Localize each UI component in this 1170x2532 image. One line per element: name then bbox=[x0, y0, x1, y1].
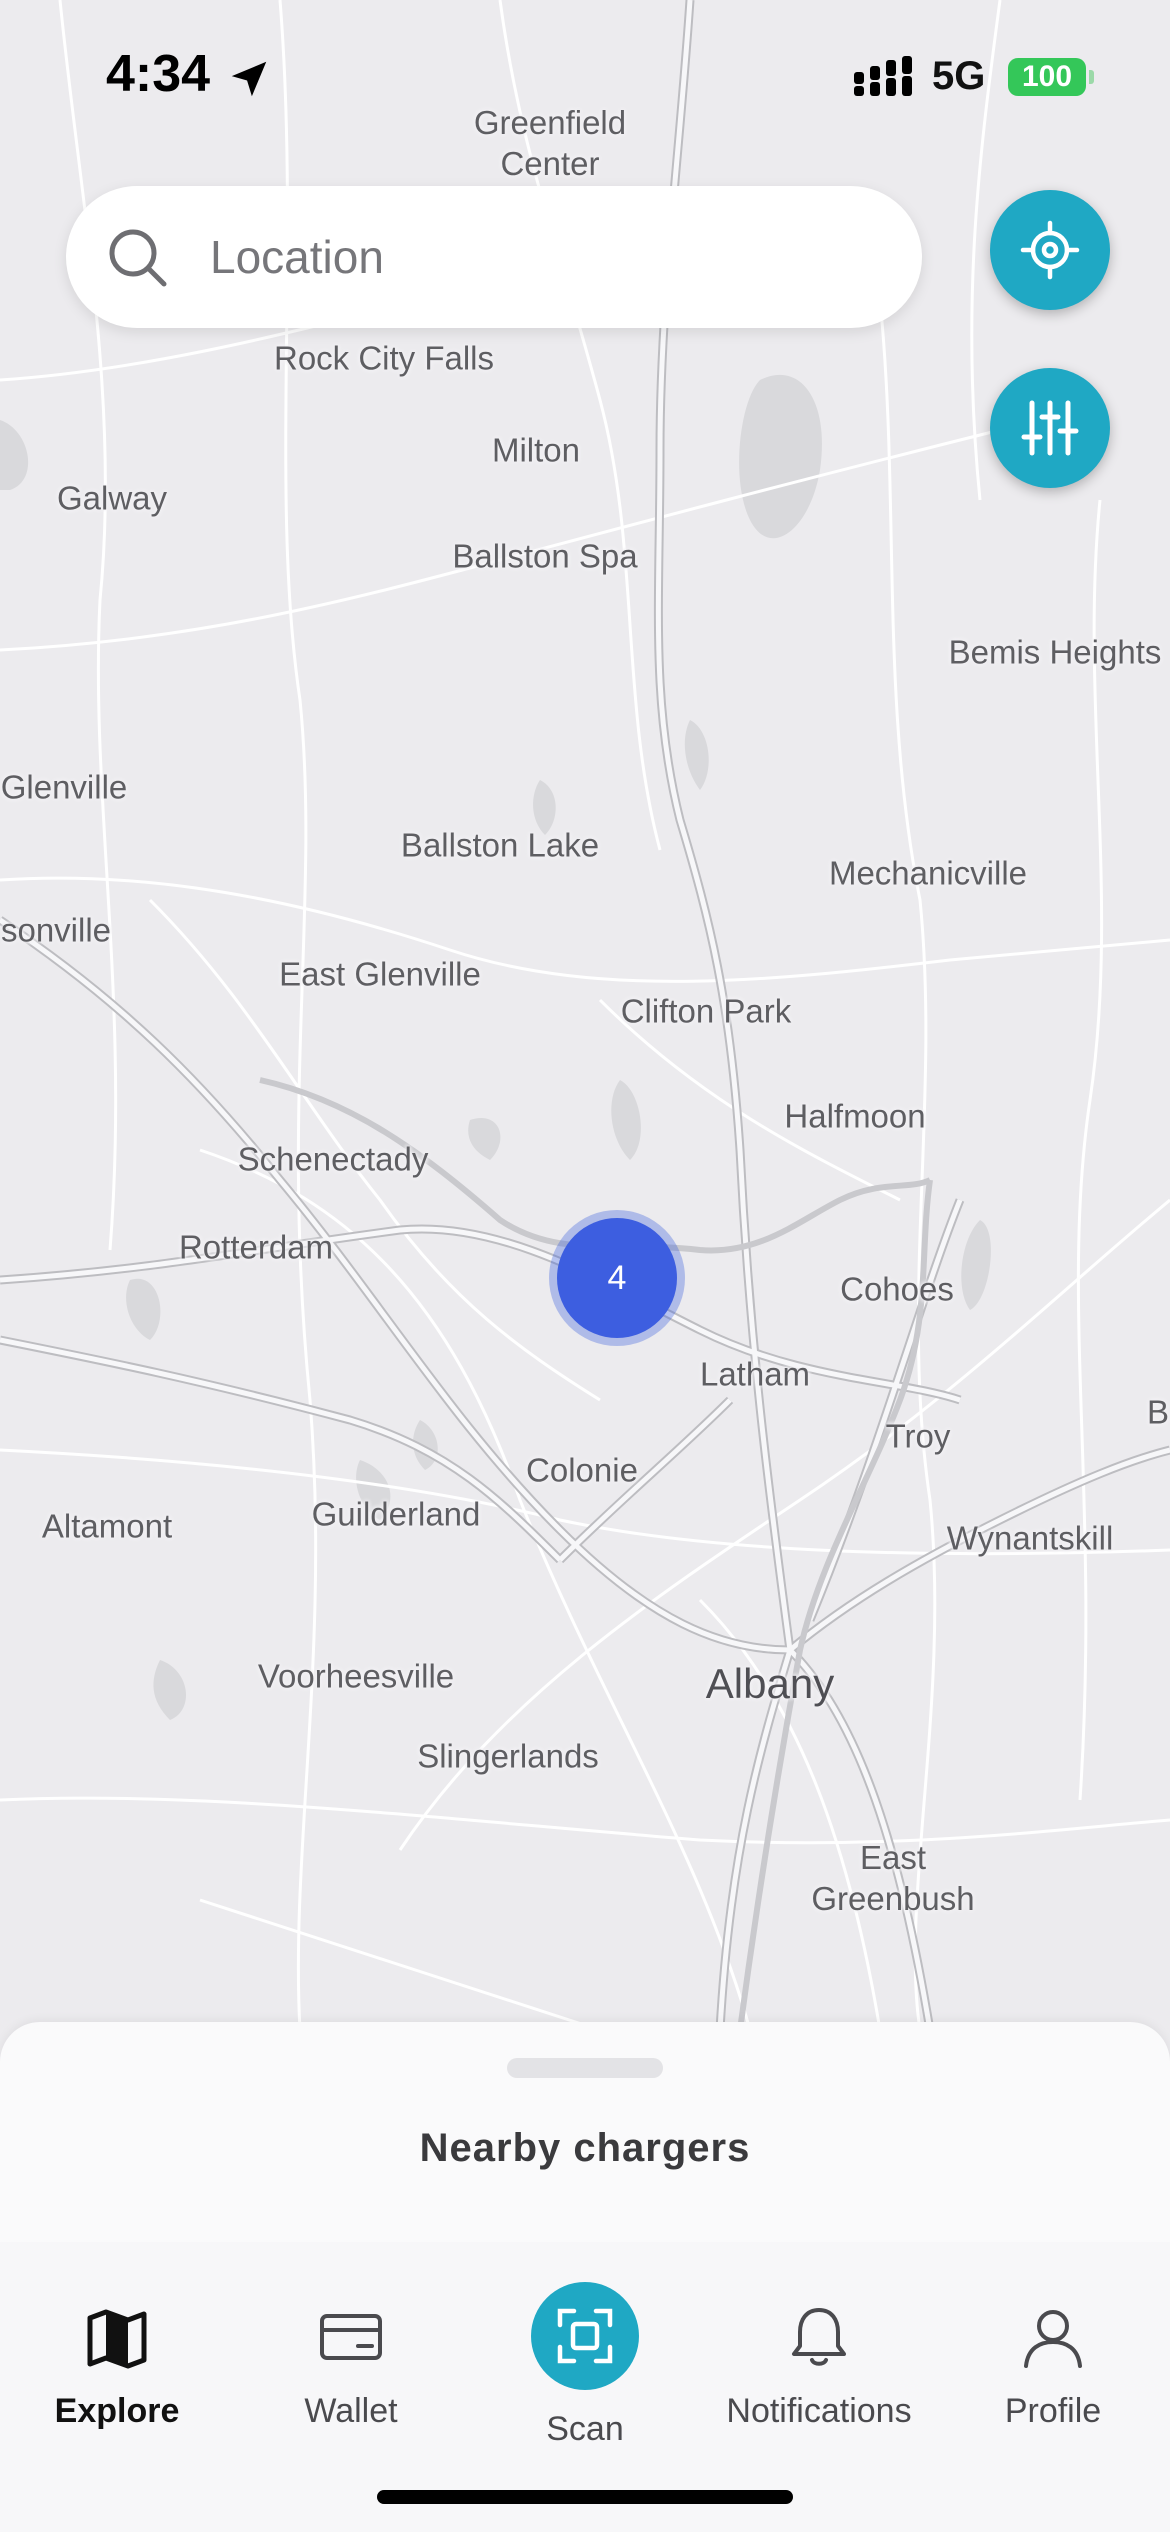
crosshair-icon bbox=[1020, 220, 1080, 280]
tab-notifications[interactable]: Notifications bbox=[702, 2282, 936, 2442]
filter-button[interactable] bbox=[990, 368, 1110, 488]
person-icon bbox=[1024, 2310, 1082, 2368]
location-arrow-icon bbox=[231, 61, 267, 97]
location-search-input[interactable] bbox=[210, 216, 890, 298]
sheet-grabber[interactable] bbox=[507, 2058, 663, 2078]
location-search-bar[interactable] bbox=[66, 186, 922, 328]
status-bar: 4:34 5G 100 bbox=[0, 0, 1170, 150]
map-label: East Glenville bbox=[279, 955, 481, 993]
map-label: B bbox=[1146, 1393, 1170, 1431]
map-label: Milton bbox=[491, 431, 581, 469]
map-label: East Greenbush bbox=[811, 1838, 975, 1917]
tab-scan[interactable]: Scan bbox=[468, 2282, 702, 2448]
tab-label: Scan bbox=[546, 2410, 624, 2448]
bell-icon bbox=[792, 2308, 846, 2366]
map-label: Halfmoon bbox=[784, 1097, 926, 1135]
map-label: Guilderland bbox=[311, 1495, 481, 1533]
sliders-icon bbox=[1021, 400, 1079, 456]
map-label: Cohoes bbox=[840, 1270, 954, 1308]
tab-wallet[interactable]: Wallet bbox=[234, 2282, 468, 2442]
map-label: Rotterdam bbox=[178, 1228, 334, 1266]
map-label: sonville bbox=[0, 911, 112, 949]
tab-label: Profile bbox=[1004, 2392, 1102, 2430]
tab-profile[interactable]: Profile bbox=[936, 2282, 1170, 2442]
scan-frame-icon bbox=[557, 2308, 613, 2364]
map-label: Rock City Falls bbox=[273, 339, 495, 377]
tab-explore[interactable]: Explore bbox=[0, 2282, 234, 2442]
status-time: 4:34 bbox=[106, 45, 211, 103]
map-label: Troy bbox=[885, 1417, 951, 1455]
scan-button[interactable] bbox=[531, 2282, 639, 2390]
map-label: Wynantskill bbox=[946, 1519, 1114, 1557]
map-label: Latham bbox=[699, 1355, 811, 1393]
map-label: Voorheesville bbox=[257, 1657, 455, 1695]
map-label: Ballston Spa bbox=[452, 537, 638, 575]
tab-label: Wallet bbox=[304, 2392, 398, 2430]
map-label: Mechanicville bbox=[828, 854, 1028, 892]
map-label: Bemis Heights bbox=[948, 633, 1162, 671]
sheet-title: Nearby chargers bbox=[419, 2126, 751, 2170]
map-label: Schenectady bbox=[237, 1140, 429, 1178]
tab-label: Explore bbox=[54, 2392, 180, 2430]
map-label: Clifton Park bbox=[620, 992, 792, 1030]
map-icon bbox=[87, 2309, 147, 2369]
nearby-chargers-sheet[interactable]: Nearby chargers bbox=[0, 2022, 1170, 2252]
map-label-albany: Albany bbox=[705, 1659, 835, 1707]
home-indicator[interactable] bbox=[377, 2490, 793, 2504]
battery-tip bbox=[1089, 70, 1094, 84]
map-label: Slingerlands bbox=[417, 1737, 599, 1775]
tab-bar: Explore Wallet Scan Notifications Profil… bbox=[0, 2242, 1170, 2532]
map-label: Altamont bbox=[41, 1507, 173, 1545]
tab-label: Notifications bbox=[726, 2392, 912, 2430]
map-label: Ballston Lake bbox=[400, 826, 600, 864]
charger-cluster-marker[interactable]: 4 bbox=[549, 1210, 685, 1346]
cellular-signal-icon bbox=[854, 56, 912, 96]
search-icon bbox=[109, 229, 167, 287]
recenter-location-button[interactable] bbox=[990, 190, 1110, 310]
map-label: Colonie bbox=[526, 1451, 638, 1489]
map-label: Glenville bbox=[0, 768, 128, 806]
battery-icon: 100 bbox=[1008, 58, 1086, 96]
network-type: 5G bbox=[932, 54, 986, 98]
map-label: Galway bbox=[56, 479, 168, 517]
cluster-count: 4 bbox=[557, 1218, 677, 1338]
wallet-card-icon bbox=[320, 2314, 382, 2360]
